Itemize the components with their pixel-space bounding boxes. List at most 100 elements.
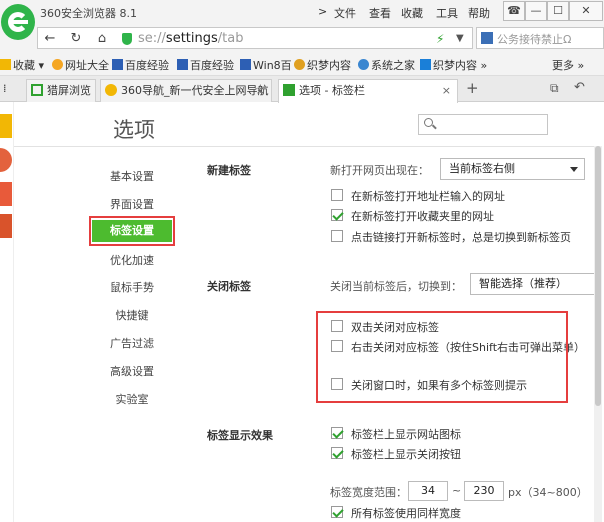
undo-close-icon[interactable]: ↶	[574, 80, 585, 95]
close-tab-icon[interactable]: ×	[256, 80, 265, 101]
app-sidebar-strip	[0, 102, 14, 522]
checkbox-open-address-in-new-tab[interactable]	[331, 189, 343, 201]
tab-360-nav[interactable]: 360导航_新一代安全上网导航 ×	[100, 79, 272, 102]
tab-restore-icon[interactable]: ⧉	[550, 81, 559, 96]
section-title-close-tab: 关闭标签	[207, 280, 251, 293]
checkbox-same-width[interactable]	[331, 506, 343, 518]
select-value: 当前标签右侧	[449, 162, 515, 175]
address-bar[interactable]: ← ↻ ⌂ se://settings/tab ⚡ ▼	[37, 27, 473, 49]
app-icon[interactable]	[0, 148, 12, 172]
close-tab-icon[interactable]: ×	[442, 80, 451, 101]
checkbox-label: 在新标签打开收藏夹里的网址	[351, 210, 494, 223]
site-icon	[240, 59, 251, 70]
bookmark-label: 织梦内容	[307, 59, 351, 72]
highlight-box	[89, 216, 175, 246]
tab-settings-active[interactable]: 选项 - 标签栏 ×	[278, 79, 458, 103]
shield-icon	[122, 33, 132, 45]
site-icon	[358, 59, 369, 70]
app-icon[interactable]	[0, 114, 12, 138]
site-icon	[105, 84, 117, 96]
search-placeholder: 公务接待禁止Ω	[497, 33, 572, 46]
lightning-icon[interactable]: ⚡	[436, 32, 444, 46]
tab-split-screen[interactable]: 猎屏浏览	[26, 79, 96, 102]
chevron-down-icon[interactable]: ▼	[456, 33, 464, 44]
sidebar-item-advanced[interactable]: 高级设置	[92, 361, 172, 383]
sidebar-item-basic[interactable]: 基本设置	[92, 166, 172, 188]
browser-logo-icon	[1, 4, 35, 40]
bookmark-item[interactable]: 百度经验	[112, 57, 169, 73]
bookmarks-bar: 收藏 ▾ 网址大全 百度经验 百度经验 Win8百 织梦内容 系统之家 织梦内容…	[0, 52, 604, 76]
tab-width-max-input[interactable]: 230	[464, 481, 504, 501]
bookmark-item[interactable]: 织梦内容 »	[420, 57, 487, 73]
title-bar: 360安全浏览器 8.1 > 文件 查看 收藏 工具 帮助 ☎ — ☐ ✕	[0, 0, 604, 40]
bookmark-item[interactable]: 系统之家	[358, 57, 415, 73]
bookmark-label: Win8百	[253, 59, 292, 72]
url-host: settings	[165, 31, 218, 46]
page-title: 选项	[113, 118, 155, 142]
home-icon[interactable]: ⌂	[92, 30, 112, 48]
section-title-new-tab: 新建标签	[207, 164, 251, 177]
bookmark-label: 网址大全	[65, 59, 109, 72]
minimize-button[interactable]: —	[525, 1, 547, 21]
menu-tools[interactable]: 工具	[436, 5, 458, 21]
tab-list-icon[interactable]: ⁞	[3, 82, 7, 95]
star-icon	[0, 59, 11, 70]
tab-width-label: 标签宽度范围：	[330, 486, 407, 499]
checkbox-label: 标签栏上显示网站图标	[351, 428, 461, 441]
tab-label: 猎屏浏览	[47, 84, 91, 97]
windows-icon	[420, 59, 431, 70]
section-title-display: 标签显示效果	[207, 429, 273, 442]
scrollbar-thumb[interactable]	[595, 146, 601, 406]
url-text[interactable]: se://settings/tab	[138, 31, 243, 46]
bookmark-label: 收藏	[13, 59, 35, 72]
menu-file[interactable]: 文件	[334, 5, 356, 21]
app-title: 360安全浏览器 8.1	[40, 7, 137, 20]
menu-help[interactable]: 帮助	[468, 5, 490, 21]
bookmark-item[interactable]: Win8百	[240, 57, 292, 73]
sidebar-item-lab[interactable]: 实验室	[92, 389, 172, 411]
search-icon	[424, 118, 433, 127]
search-box[interactable]: 公务接待禁止Ω	[476, 27, 604, 49]
tab-label: 选项 - 标签栏	[299, 84, 365, 97]
new-tab-button[interactable]: +	[466, 79, 479, 97]
bookmark-favorites[interactable]: 收藏 ▾	[0, 57, 44, 73]
tab-width-min-input[interactable]: 34	[408, 481, 448, 501]
checkbox-show-close-button[interactable]	[331, 447, 343, 459]
bookmark-item[interactable]: 织梦内容	[294, 57, 351, 73]
checkbox-switch-to-new-tab[interactable]	[331, 230, 343, 242]
new-tab-position-label: 新打开网页出现在：	[330, 164, 429, 177]
sidebar-item-mouse-gestures[interactable]: 鼠标手势	[92, 277, 172, 299]
back-icon[interactable]: ←	[40, 30, 60, 48]
vertical-scrollbar[interactable]	[594, 146, 602, 522]
maximize-button[interactable]: ☐	[547, 1, 569, 21]
bookmark-more[interactable]: 更多 »	[552, 57, 584, 73]
bookmark-item[interactable]: 网址大全	[52, 57, 109, 73]
skin-icon[interactable]: ☎	[503, 1, 525, 21]
sidebar-item-interface[interactable]: 界面设置	[92, 194, 172, 216]
checkbox-show-site-icon[interactable]	[331, 427, 343, 439]
settings-search-input[interactable]	[418, 114, 548, 135]
site-icon	[52, 59, 63, 70]
search-engine-icon[interactable]	[481, 32, 493, 44]
close-tab-switch-label: 关闭当前标签后，切换到：	[330, 280, 462, 293]
sidebar-item-shortcuts[interactable]: 快捷键	[92, 305, 172, 327]
bookmark-label: 百度经验	[125, 59, 169, 72]
tab-bar: ⁞ 猎屏浏览 360导航_新一代安全上网导航 × 选项 - 标签栏 × + ⧉ …	[0, 76, 604, 103]
bookmark-label: 百度经验	[190, 59, 234, 72]
chevron-down-icon	[570, 167, 578, 172]
checkbox-label: 所有标签使用同样宽度	[351, 507, 461, 520]
close-window-button[interactable]: ✕	[569, 1, 603, 21]
new-tab-position-select[interactable]: 当前标签右侧	[440, 158, 585, 180]
menu-arrow[interactable]: >	[318, 5, 327, 18]
app-icon[interactable]	[0, 214, 12, 238]
sidebar-item-optimize[interactable]: 优化加速	[92, 250, 172, 272]
menu-view[interactable]: 查看	[369, 5, 391, 21]
split-screen-icon	[31, 84, 43, 96]
checkbox-open-favorites-in-new-tab[interactable]	[331, 209, 343, 221]
sidebar-item-adblock[interactable]: 广告过滤	[92, 333, 172, 355]
bookmark-item[interactable]: 百度经验	[177, 57, 234, 73]
menu-favorites[interactable]: 收藏	[401, 5, 423, 21]
app-icon[interactable]	[0, 182, 12, 206]
refresh-icon[interactable]: ↻	[66, 30, 86, 48]
close-tab-switch-select[interactable]: 智能选择（推荐）	[470, 273, 595, 295]
